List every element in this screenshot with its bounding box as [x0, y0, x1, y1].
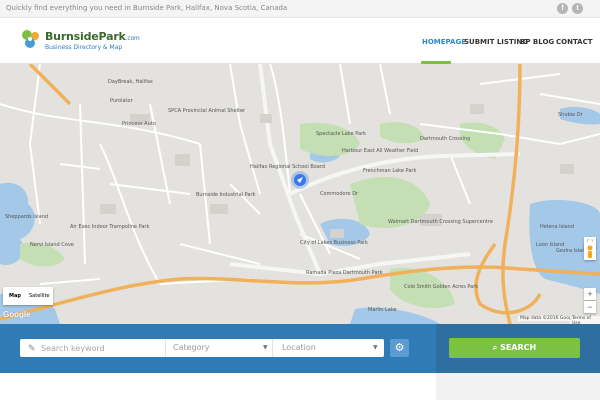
logo-title-text: BurnsidePark: [45, 30, 126, 43]
map-terms-link[interactable]: Terms of Use: [570, 316, 600, 324]
map-canvas: [0, 64, 600, 324]
map-label-city-lakes: City of Lakes Business Park: [300, 240, 369, 246]
nav-bp-blog[interactable]: BP BLOG: [520, 38, 554, 46]
category-select[interactable]: Category ▼: [165, 339, 273, 357]
map-label-helena: Helena Island: [540, 224, 574, 230]
gear-icon: ⚙: [394, 342, 405, 354]
nav-submit-listing[interactable]: SUBMIT LISTING: [464, 38, 528, 46]
nav-contact[interactable]: CONTACT: [556, 38, 593, 46]
map-label-harbour: Harbour East All Weather Field: [342, 148, 419, 154]
site-tagline: Quickly find everything you need in Burn…: [6, 4, 288, 12]
map-label-shubie: Shubie Dr: [558, 112, 583, 118]
logo-icon[interactable]: [20, 28, 42, 50]
logo-title[interactable]: BurnsidePark.com: [45, 30, 140, 43]
chevron-down-icon: ▼: [373, 344, 378, 351]
map-label-cole: Cole Smith Golden Acres Park: [404, 284, 479, 290]
advanced-settings-button[interactable]: ⚙: [390, 339, 409, 357]
zoom-out-button[interactable]: −: [584, 301, 596, 313]
map-label-airexpo: Air Exec Indoor Trampoline Park: [70, 224, 150, 230]
map-label-spectacle: Spectacle Lake Park: [316, 131, 367, 137]
map-label-frenchman: Frenchman Lake Park: [363, 168, 417, 174]
map-label-spca: SPCA Provincial Animal Shelter: [168, 108, 246, 114]
logo-com: .com: [125, 35, 140, 42]
map-label-industrial: Burnside Industrial Park: [196, 192, 256, 198]
map-label-sheppards: Sheppards Island: [5, 214, 49, 220]
map-attribution: Map data ©2016 Google: [518, 316, 578, 321]
map-label-marlin: Marlin Lake: [368, 307, 397, 313]
search-button-label: SEARCH: [500, 343, 537, 352]
location-select[interactable]: Location ▼: [275, 339, 384, 357]
nav-homepage[interactable]: HOMEPAGE: [422, 38, 466, 46]
category-select-value: Category: [173, 343, 210, 352]
site-header: BurnsidePark.com Business Directory & Ma…: [0, 18, 600, 64]
chevron-down-icon: ▼: [263, 344, 268, 351]
facebook-icon[interactable]: f: [557, 3, 568, 14]
map-label-daybreak: DayBreak, Halifax: [108, 79, 153, 85]
top-bar: Quickly find everything you need in Burn…: [0, 0, 600, 18]
map-label-commodore: Commodore Dr: [320, 191, 359, 197]
map-label-purolator: Purolator: [110, 98, 133, 104]
search-icon: ⌕: [492, 343, 498, 352]
search-button[interactable]: ⌕ SEARCH: [449, 338, 580, 358]
map-label-walmart: Walmart Dartmouth Crossing Supercentre: [388, 219, 493, 225]
search-keyword-input[interactable]: [41, 339, 161, 357]
search-form: ✎ Category ▼ Location ▼: [20, 339, 384, 357]
map-type-satellite[interactable]: Satellite: [29, 293, 49, 299]
logo-subtitle: Business Directory & Map: [45, 44, 123, 51]
map-type-map[interactable]: Map: [9, 293, 21, 299]
twitter-icon[interactable]: t: [572, 3, 583, 14]
map-label-nervi: Nervi Island Cove: [30, 242, 74, 248]
map-label-princess: Princess Auto: [122, 121, 156, 127]
location-select-value: Location: [282, 343, 316, 352]
map-label-ramada: Ramada Plaza Dartmouth Park: [306, 270, 383, 276]
map-type-control: Map Satellite: [3, 287, 53, 305]
map-view[interactable]: DayBreak, Halifax Purolator Princess Aut…: [0, 64, 600, 324]
zoom-in-button[interactable]: +: [584, 288, 596, 300]
map-label-dartmouth-crossing: Dartmouth Crossing: [420, 136, 471, 142]
sidebar-area: [436, 373, 600, 400]
street-view-pegman-icon[interactable]: [584, 244, 596, 260]
google-logo[interactable]: Google: [3, 310, 31, 319]
pencil-icon: ✎: [28, 343, 36, 353]
map-label-regional: Halifax Regional School Board: [250, 164, 326, 170]
